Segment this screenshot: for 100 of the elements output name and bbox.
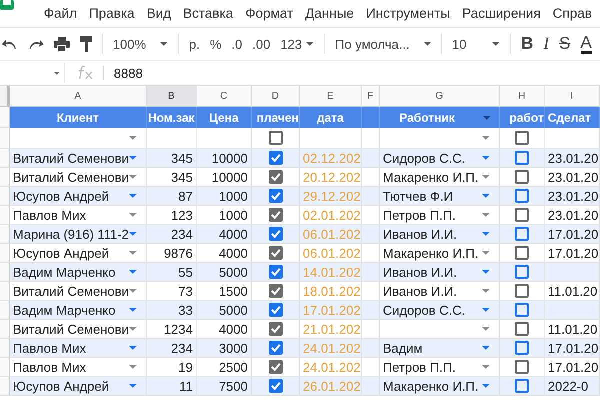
dropdown-cell[interactable]: Виталий Семенови <box>10 320 147 339</box>
checkbox[interactable] <box>515 360 529 374</box>
dropdown-cell[interactable]: Юсупов Андрей <box>10 187 147 206</box>
dropdown-cell[interactable]: Иванов И.И. <box>380 282 500 301</box>
dropdown-cell[interactable]: Павлов Мих <box>10 339 147 358</box>
dropdown-cell[interactable]: Тютчев Ф.И <box>380 187 500 206</box>
redo-icon[interactable] <box>28 38 44 50</box>
checkbox[interactable] <box>515 322 529 336</box>
checkbox[interactable] <box>515 170 529 184</box>
checkbox[interactable] <box>268 208 282 222</box>
checkbox[interactable] <box>268 170 282 184</box>
dropdown-arrow-icon[interactable] <box>482 308 490 312</box>
dropdown-cell[interactable]: Макаренко И.П. <box>380 168 500 187</box>
italic-button[interactable]: I <box>544 34 550 54</box>
column-header[interactable]: I <box>545 86 600 107</box>
checkbox[interactable] <box>268 246 282 260</box>
dropdown-cell[interactable]: Марина (916) 111-2 <box>10 225 147 244</box>
dropdown-cell[interactable] <box>10 128 147 149</box>
increase-decimals-button[interactable]: .00 <box>252 36 271 52</box>
dropdown-cell[interactable]: Виталий Семенови <box>10 168 147 187</box>
menu-item[interactable]: Формат <box>245 6 294 21</box>
decrease-decimals-button[interactable]: .0 <box>232 36 242 52</box>
dropdown-arrow-icon[interactable] <box>129 289 137 293</box>
dropdown-arrow-icon[interactable] <box>482 365 490 369</box>
dropdown-cell[interactable]: Павлов Мих <box>10 206 147 225</box>
checkbox[interactable] <box>515 303 529 317</box>
percent-button[interactable]: % <box>210 36 222 52</box>
dropdown-arrow-icon[interactable] <box>129 136 137 140</box>
checkbox[interactable] <box>268 303 282 317</box>
zoom-dropdown[interactable]: 100% <box>113 36 168 52</box>
currency-button[interactable]: р. <box>189 36 200 52</box>
dropdown-cell[interactable]: Виталий Семенови <box>10 149 147 168</box>
menu-item[interactable]: Справ <box>552 6 592 21</box>
dropdown-arrow-icon[interactable] <box>129 308 137 312</box>
checkbox[interactable] <box>268 284 282 298</box>
column-header[interactable]: C <box>197 86 252 107</box>
checkbox[interactable] <box>515 265 529 279</box>
number-format-dropdown[interactable]: 123 <box>280 36 314 52</box>
dropdown-arrow-icon[interactable] <box>129 194 137 198</box>
dropdown-arrow-icon[interactable] <box>482 289 490 293</box>
dropdown-cell[interactable]: Иванов И.И. <box>380 263 500 282</box>
checkbox[interactable] <box>515 131 529 145</box>
dropdown-cell[interactable]: Юсупов Андрей <box>10 244 147 263</box>
dropdown-arrow-icon[interactable] <box>129 232 137 236</box>
dropdown-arrow-icon[interactable] <box>129 365 137 369</box>
dropdown-cell[interactable]: Сидоров С.С. <box>380 149 500 168</box>
checkbox[interactable] <box>268 189 282 203</box>
dropdown-arrow-icon[interactable] <box>129 270 137 274</box>
font-size-dropdown[interactable]: 10 <box>452 36 500 52</box>
checkbox[interactable] <box>268 341 282 355</box>
dropdown-arrow-icon[interactable] <box>482 270 490 274</box>
dropdown-arrow-icon[interactable] <box>482 175 490 179</box>
column-header[interactable]: A <box>10 86 147 107</box>
text-color-button[interactable]: A <box>580 34 592 54</box>
dropdown-cell[interactable]: Вадим <box>380 339 500 358</box>
checkbox[interactable] <box>268 265 282 279</box>
checkbox[interactable] <box>268 322 282 336</box>
menu-item[interactable]: Расширения <box>462 6 541 21</box>
dropdown-arrow-icon[interactable] <box>482 136 490 140</box>
dropdown-cell[interactable]: Вадим Марченко <box>10 263 147 282</box>
dropdown-arrow-icon[interactable] <box>482 213 490 217</box>
checkbox[interactable] <box>515 284 529 298</box>
dropdown-cell[interactable]: Юсупов Андрей <box>10 377 147 396</box>
dropdown-arrow-icon[interactable] <box>129 327 137 331</box>
dropdown-arrow-icon[interactable] <box>129 175 137 179</box>
column-header[interactable]: B <box>147 86 197 107</box>
dropdown-arrow-icon[interactable] <box>482 384 490 388</box>
checkbox[interactable] <box>515 227 529 241</box>
sheets-logo-icon[interactable] <box>0 0 14 10</box>
print-icon[interactable] <box>54 36 70 52</box>
dropdown-arrow-icon[interactable] <box>129 156 137 160</box>
checkbox[interactable] <box>515 208 529 222</box>
dropdown-arrow-icon[interactable] <box>482 251 490 255</box>
dropdown-arrow-icon[interactable] <box>129 384 137 388</box>
dropdown-cell[interactable]: Иванов И.И. <box>380 225 500 244</box>
dropdown-arrow-icon[interactable] <box>129 213 137 217</box>
dropdown-arrow-icon[interactable] <box>482 194 490 198</box>
checkbox[interactable] <box>515 151 529 165</box>
strikethrough-button[interactable]: S <box>559 34 571 54</box>
checkbox[interactable] <box>268 131 282 145</box>
column-header[interactable]: H <box>500 86 545 107</box>
checkbox[interactable] <box>515 341 529 355</box>
column-header[interactable]: E <box>300 86 362 107</box>
menu-item[interactable]: Вид <box>146 6 172 21</box>
checkbox[interactable] <box>268 151 282 165</box>
menu-item[interactable]: Данные <box>305 6 354 21</box>
checkbox[interactable] <box>515 379 529 393</box>
column-header[interactable]: G <box>380 86 500 107</box>
menu-item[interactable]: Инструменты <box>366 6 450 21</box>
dropdown-cell[interactable]: Макаренко И.П. <box>380 377 500 396</box>
dropdown-cell[interactable]: Вадим Марченко <box>10 301 147 320</box>
dropdown-cell[interactable] <box>380 320 500 339</box>
column-header[interactable]: F <box>362 86 380 107</box>
dropdown-cell[interactable]: Петров П.П. <box>380 358 500 377</box>
formula-input[interactable]: 8888 <box>114 66 143 80</box>
dropdown-arrow-icon[interactable] <box>482 346 490 350</box>
dropdown-cell[interactable]: Петров П.П. <box>380 206 500 225</box>
dropdown-arrow-icon[interactable] <box>129 346 137 350</box>
undo-icon[interactable] <box>2 38 18 50</box>
column-header[interactable]: D <box>252 86 300 107</box>
